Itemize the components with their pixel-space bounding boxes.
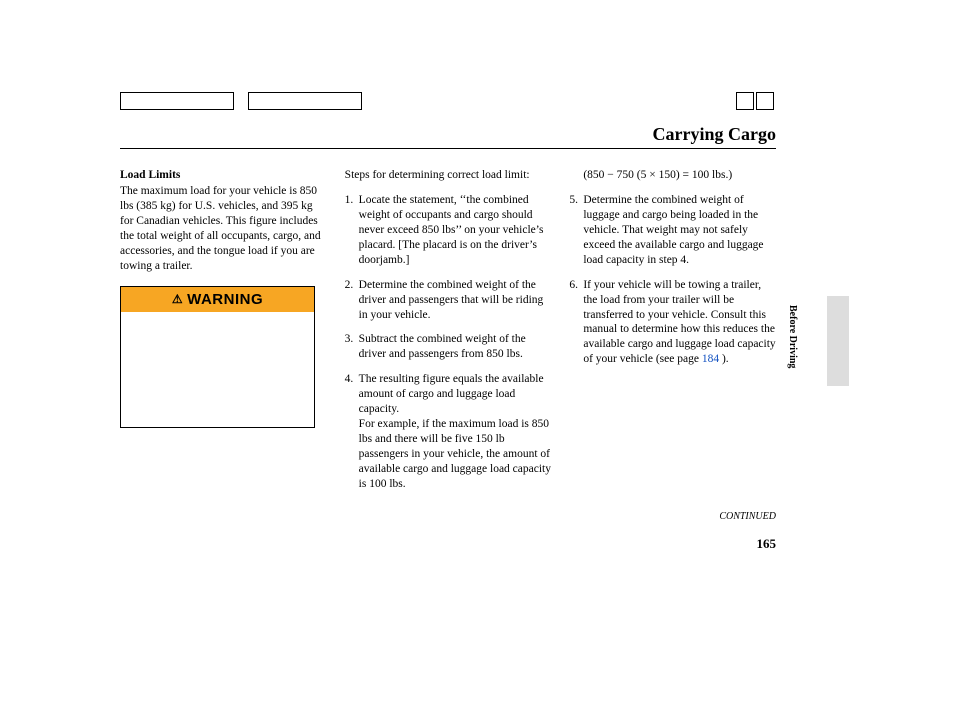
small-box-1 <box>736 92 754 110</box>
list-item: 6.If your vehicle will be towing a trail… <box>569 278 776 368</box>
placeholder-box-2 <box>248 92 362 110</box>
list-text: Locate the statement, ‘‘the combined wei… <box>359 193 552 268</box>
list-text: Determine the combined weight of the dri… <box>359 278 552 323</box>
steps-list: 1.Locate the statement, ‘‘the combined w… <box>345 193 552 492</box>
content-area: Load Limits The maximum load for your ve… <box>120 168 776 502</box>
list-text-pre: If your vehicle will be towing a trailer… <box>583 279 775 366</box>
list-text: If your vehicle will be towing a trailer… <box>583 278 776 368</box>
list-number: 1. <box>345 193 359 268</box>
section-side-label: Before Driving <box>787 305 798 368</box>
warning-triangle-icon: ⚠ <box>172 292 183 308</box>
list-text: The resulting figure equals the availabl… <box>359 372 552 492</box>
warning-header: ⚠WARNING <box>121 287 314 313</box>
list-text: Subtract the combined weight of the driv… <box>359 332 552 362</box>
load-limits-heading: Load Limits <box>120 168 327 183</box>
steps-list-continued: 5.Determine the combined weight of lugga… <box>569 193 776 367</box>
continued-label: CONTINUED <box>719 511 776 522</box>
column-2: Steps for determining correct load limit… <box>345 168 552 502</box>
steps-intro: Steps for determining correct load limit… <box>345 168 552 183</box>
calculation-example: (850 − 750 (5 × 150) = 100 lbs.) <box>569 168 776 183</box>
list-item: 3.Subtract the combined weight of the dr… <box>345 332 552 362</box>
list-number: 4. <box>345 372 359 492</box>
column-1: Load Limits The maximum load for your ve… <box>120 168 327 502</box>
top-placeholder-boxes <box>120 92 362 110</box>
page-link[interactable]: 184 <box>702 353 719 365</box>
list-text-post: ). <box>719 353 729 365</box>
list-number: 5. <box>569 193 583 268</box>
load-limits-para: The maximum load for your vehicle is 850… <box>120 184 327 274</box>
warning-label: WARNING <box>187 291 263 308</box>
list-number: 6. <box>569 278 583 368</box>
column-3: (850 − 750 (5 × 150) = 100 lbs.) 5.Deter… <box>569 168 776 502</box>
title-rule <box>120 148 776 149</box>
small-box-2 <box>756 92 774 110</box>
list-number: 2. <box>345 278 359 323</box>
page-title: Carrying Cargo <box>653 124 776 145</box>
warning-box: ⚠WARNING <box>120 286 315 428</box>
list-number: 3. <box>345 332 359 362</box>
side-tab <box>827 296 849 386</box>
top-small-boxes <box>736 92 774 110</box>
list-item: 2.Determine the combined weight of the d… <box>345 278 552 323</box>
placeholder-box-1 <box>120 92 234 110</box>
list-item: 1.Locate the statement, ‘‘the combined w… <box>345 193 552 268</box>
list-text: Determine the combined weight of luggage… <box>583 193 776 268</box>
page-number: 165 <box>757 536 777 552</box>
list-item: 5.Determine the combined weight of lugga… <box>569 193 776 268</box>
list-item: 4.The resulting figure equals the availa… <box>345 372 552 492</box>
